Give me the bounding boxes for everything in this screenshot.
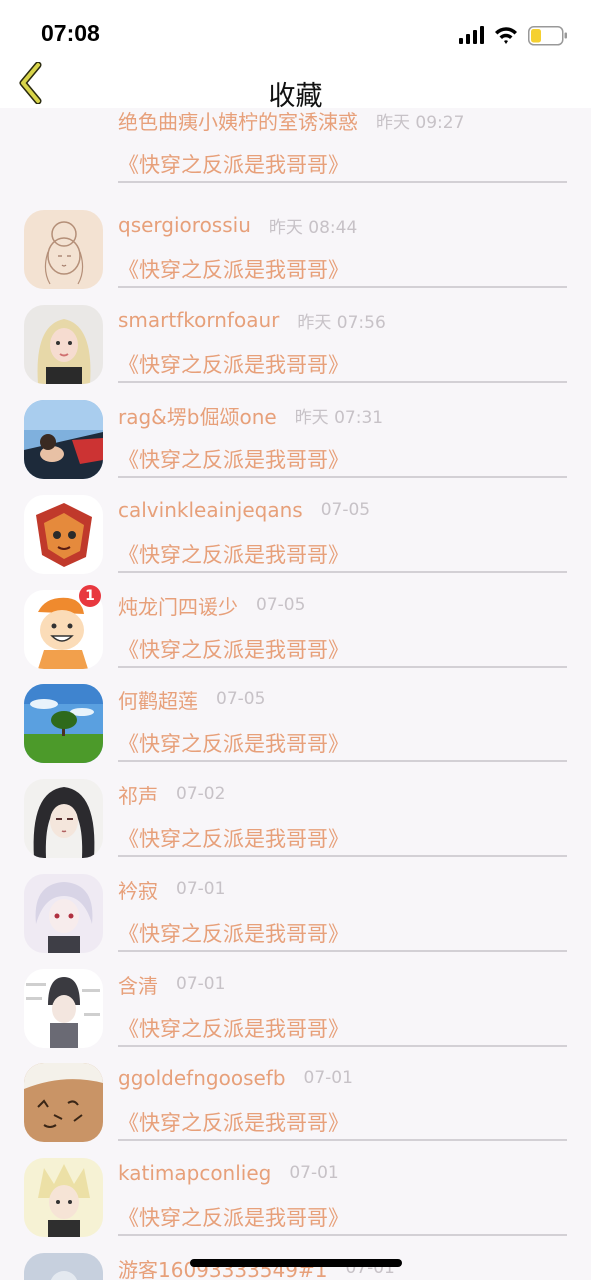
notification-badge: 1 [79,585,101,607]
divider [118,855,567,857]
username: 含清 [118,973,158,998]
avatar[interactable] [24,1253,103,1280]
list-item[interactable]: 含清 07-01 《快穿之反派是我哥哥》 [0,961,591,1056]
wifi-icon [495,27,517,44]
signal-icon [459,26,484,44]
username: 何鹳超莲 [118,688,198,713]
list-item[interactable]: rag&塄b倔颂one 昨天 07:31 《快穿之反派是我哥哥》 [0,392,591,487]
username: 绝色曲痍小姨柠的室诱涑惑 [118,109,358,134]
status-time: 07:08 [41,20,100,46]
book-title[interactable]: 《快穿之反派是我哥哥》 [118,1107,349,1137]
divider [118,1045,567,1047]
book-title[interactable]: 《快穿之反派是我哥哥》 [118,1202,349,1232]
list-item[interactable]: 衿寂 07-01 《快穿之反派是我哥哥》 [0,866,591,961]
timestamp: 07-05 [256,595,306,615]
book-title[interactable]: 《快穿之反派是我哥哥》 [118,349,349,379]
book-title[interactable]: 《快穿之反派是我哥哥》 [118,149,349,179]
timestamp: 07-02 [176,784,226,804]
list-item[interactable]: smartfkornfoaur 昨天 07:56 《快穿之反派是我哥哥》 [0,297,591,392]
divider [118,1139,567,1141]
divider [118,286,567,288]
book-title[interactable]: 《快穿之反派是我哥哥》 [118,634,349,664]
list-item[interactable]: 1 炖龙门四谖少 07-05 《快穿之反派是我哥哥》 [0,582,591,677]
divider [118,476,567,478]
timestamp: 昨天 07:31 [294,407,384,428]
avatar[interactable] [24,495,103,574]
timestamp: 07-05 [216,689,266,709]
username: ggoldefngoosefb [118,1066,286,1090]
status-icons [459,24,569,48]
username: calvinkleainjeqans [118,498,303,522]
divider [118,760,567,762]
avatar[interactable] [24,969,103,1048]
avatar[interactable] [24,684,103,763]
timestamp: 07-01 [289,1163,339,1183]
book-title[interactable]: 《快穿之反派是我哥哥》 [118,823,349,853]
username: 祁声 [118,783,158,808]
home-indicator [190,1259,402,1267]
timestamp: 07-05 [320,500,371,520]
avatar[interactable] [24,1063,103,1142]
list-item[interactable]: 祁声 07-02 《快穿之反派是我哥哥》 [0,771,591,866]
username: rag&塄b倔颂one [118,404,277,429]
divider [118,950,567,952]
timestamp: 昨天 07:56 [297,312,386,333]
book-title[interactable]: 《快穿之反派是我哥哥》 [118,918,349,948]
list-item[interactable]: 绝色曲痍小姨柠的室诱涑惑 昨天 09:27 《快穿之反派是我哥哥》 [0,108,591,192]
list-item[interactable]: katimapconlieg 07-01 《快穿之反派是我哥哥》 [0,1150,591,1245]
book-title[interactable]: 《快穿之反派是我哥哥》 [118,444,349,474]
status-bar: 07:08 [0,0,591,56]
list-item[interactable]: 何鹳超莲 07-05 《快穿之反派是我哥哥》 [0,676,591,771]
divider [118,181,567,183]
avatar[interactable] [24,305,103,384]
battery-icon [528,26,567,46]
username: qsergiorossiu [118,213,251,237]
timestamp: 07-01 [303,1068,353,1088]
divider [118,1234,567,1236]
divider [118,381,567,383]
list-item[interactable]: ggoldefngoosefb 07-01 《快穿之反派是我哥哥》 [0,1055,591,1150]
book-title[interactable]: 《快穿之反派是我哥哥》 [118,539,349,569]
avatar[interactable] [24,874,103,953]
username: katimapconlieg [118,1161,272,1185]
book-title[interactable]: 《快穿之反派是我哥哥》 [118,254,349,284]
username: 衿寂 [118,878,158,903]
username: 炖龙门四谖少 [118,594,238,619]
avatar[interactable] [24,779,103,858]
timestamp: 07-01 [176,879,226,899]
timestamp: 07-01 [176,974,226,994]
avatar[interactable] [24,210,103,289]
timestamp: 昨天 08:44 [268,217,358,238]
timestamp: 昨天 09:27 [376,112,465,133]
book-title[interactable]: 《快穿之反派是我哥哥》 [118,728,349,758]
book-title[interactable]: 《快穿之反派是我哥哥》 [118,1013,349,1043]
favorites-list: 绝色曲痍小姨柠的室诱涑惑 昨天 09:27 《快穿之反派是我哥哥》 qsergi… [0,108,591,1280]
divider [118,666,567,668]
divider [118,571,567,573]
avatar[interactable] [24,1158,103,1237]
list-item[interactable]: qsergiorossiu 昨天 08:44 《快穿之反派是我哥哥》 [0,202,591,297]
username: smartfkornfoaur [118,308,280,332]
avatar[interactable] [24,400,103,479]
list-item[interactable]: calvinkleainjeqans 07-05 《快穿之反派是我哥哥》 [0,487,591,582]
nav-bar: 收藏 [0,56,591,112]
